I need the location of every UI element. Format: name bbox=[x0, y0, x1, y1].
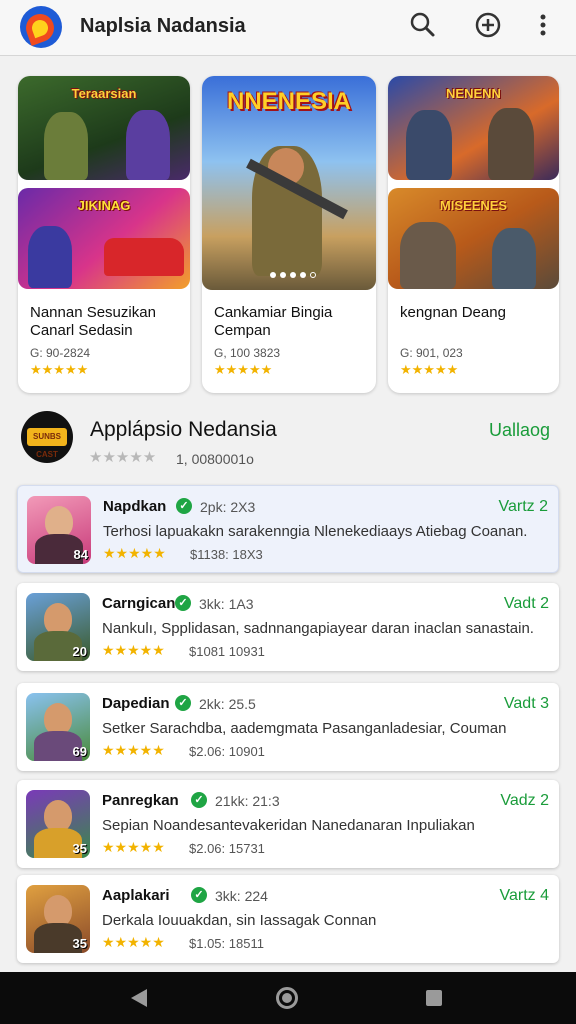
list-item-action[interactable]: Vadz 2 bbox=[500, 792, 549, 810]
verified-icon: ✓ bbox=[191, 792, 207, 808]
rating-stars: ★★★★★ bbox=[103, 545, 166, 561]
app-icon: 84 bbox=[27, 496, 91, 564]
carousel-dot[interactable] bbox=[300, 272, 306, 278]
back-icon[interactable] bbox=[131, 989, 147, 1007]
recent-apps-icon[interactable] bbox=[426, 990, 442, 1006]
carousel-dot[interactable] bbox=[290, 272, 296, 278]
featured-card-3[interactable]: NENENN MISEENES kengnan Deang G: 901, 02… bbox=[388, 76, 559, 393]
rating-stars: ★★★★★ bbox=[102, 642, 165, 658]
app-icon: 35 bbox=[26, 790, 90, 858]
add-circle-icon[interactable] bbox=[473, 10, 503, 40]
rating-stars: ★★★★★ bbox=[30, 362, 89, 377]
search-icon[interactable] bbox=[408, 10, 438, 40]
list-item[interactable]: 84 Napdkan ✓ 2pk: 2X3 Vartz 2 Terhosi la… bbox=[17, 485, 559, 573]
carousel-dot[interactable] bbox=[270, 272, 276, 278]
character-figure bbox=[400, 222, 456, 289]
game-thumbnail[interactable]: NNENESIA bbox=[202, 76, 376, 290]
app-logo-icon[interactable] bbox=[20, 6, 62, 48]
list-item-action[interactable]: Vartz 4 bbox=[500, 887, 550, 905]
character-figure bbox=[406, 110, 452, 180]
carousel-dot[interactable] bbox=[310, 272, 316, 278]
system-nav-bar bbox=[0, 972, 576, 1024]
rating-stars: ★★★★★ bbox=[214, 362, 273, 377]
section-title: Applápsio Nedansia bbox=[90, 418, 277, 441]
section-action-link[interactable]: Uallaog bbox=[489, 420, 550, 441]
rating-stars: ★★★★★ bbox=[102, 839, 165, 855]
list-item[interactable]: 20 Carngican ✓ 3kk: 1A3 Vadt 2 Nankulı, … bbox=[17, 583, 559, 671]
section-count: 1, 0080001o bbox=[176, 451, 254, 467]
carousel-dot[interactable] bbox=[280, 272, 286, 278]
rating-stars: ★★★★★ bbox=[400, 362, 459, 377]
rating-stars: ★★★★★ bbox=[102, 742, 165, 758]
character-figure bbox=[44, 112, 88, 180]
list-item[interactable]: 35 Panregkan ✓ 21kk: 21:3 Vadz 2 Sepian … bbox=[17, 780, 559, 868]
developer-avatar[interactable]: SUNBS CAST bbox=[21, 411, 73, 463]
app-icon: 69 bbox=[26, 693, 90, 761]
more-vert-icon[interactable] bbox=[528, 10, 558, 40]
verified-icon: ✓ bbox=[175, 695, 191, 711]
game-thumbnail[interactable]: JIKINAG bbox=[18, 188, 190, 289]
character-figure bbox=[28, 226, 72, 288]
carousel-dots[interactable] bbox=[270, 272, 316, 278]
game-thumbnail[interactable]: NENENN bbox=[388, 76, 559, 180]
car-graphic bbox=[104, 238, 184, 276]
character-figure bbox=[126, 110, 170, 180]
game-thumbnail[interactable]: MISEENES bbox=[388, 188, 559, 289]
page-title: Naplsia Nadansia bbox=[80, 15, 246, 37]
top-app-bar: Naplsia Nadansia bbox=[0, 0, 576, 56]
list-item-action[interactable]: Vadt 2 bbox=[504, 595, 549, 613]
verified-icon: ✓ bbox=[175, 595, 191, 611]
rating-stars: ★★★★★ bbox=[102, 934, 165, 950]
character-figure bbox=[488, 108, 534, 180]
list-item[interactable]: 69 Dapedian ✓ 2kk: 25.5 Vadt 3 Setker Sa… bbox=[17, 683, 559, 771]
section-rating-stars: ★★★★★ bbox=[89, 449, 157, 466]
character-figure bbox=[492, 228, 536, 289]
list-item-action[interactable]: Vadt 3 bbox=[504, 695, 549, 713]
verified-icon: ✓ bbox=[176, 498, 192, 514]
list-item[interactable]: 35 Aaplakari ✓ 3kk: 224 Vartz 4 Derkala … bbox=[17, 875, 559, 963]
verified-icon: ✓ bbox=[191, 887, 207, 903]
home-icon[interactable] bbox=[276, 987, 298, 1009]
game-thumbnail[interactable]: Teraarsian bbox=[18, 76, 190, 180]
featured-card-2[interactable]: NNENESIA Cankamiar Bingia Cempan G, 100 … bbox=[202, 76, 376, 393]
featured-card-1[interactable]: Teraarsian JIKINAG Nannan Sesuzikan Cana… bbox=[18, 76, 190, 393]
list-item-action[interactable]: Vartz 2 bbox=[499, 498, 549, 516]
app-icon: 35 bbox=[26, 885, 90, 953]
app-icon: 20 bbox=[26, 593, 90, 661]
